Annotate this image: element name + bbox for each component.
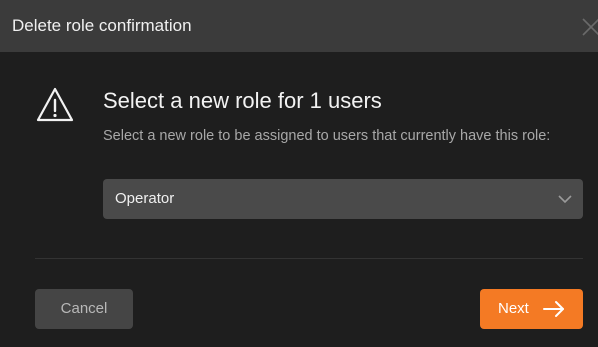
delete-role-dialog: Delete role confirmation Select a new ro… — [0, 0, 598, 347]
chevron-down-icon — [557, 191, 573, 207]
dialog-titlebar: Delete role confirmation — [0, 0, 598, 52]
cancel-button[interactable]: Cancel — [35, 289, 133, 329]
next-button-label: Next — [498, 300, 529, 317]
role-select[interactable]: Operator — [103, 179, 583, 219]
warning-icon — [35, 86, 75, 124]
cancel-button-label: Cancel — [60, 300, 108, 317]
role-select-value: Operator — [115, 190, 175, 207]
dialog-description: Select a new role to be assigned to user… — [103, 128, 551, 144]
close-icon[interactable] — [580, 16, 598, 38]
dialog-heading: Select a new role for 1 users — [103, 88, 382, 113]
arrow-right-icon — [542, 300, 566, 318]
dialog-title: Delete role confirmation — [12, 16, 192, 35]
footer-divider — [35, 258, 583, 259]
next-button[interactable]: Next — [480, 289, 583, 329]
